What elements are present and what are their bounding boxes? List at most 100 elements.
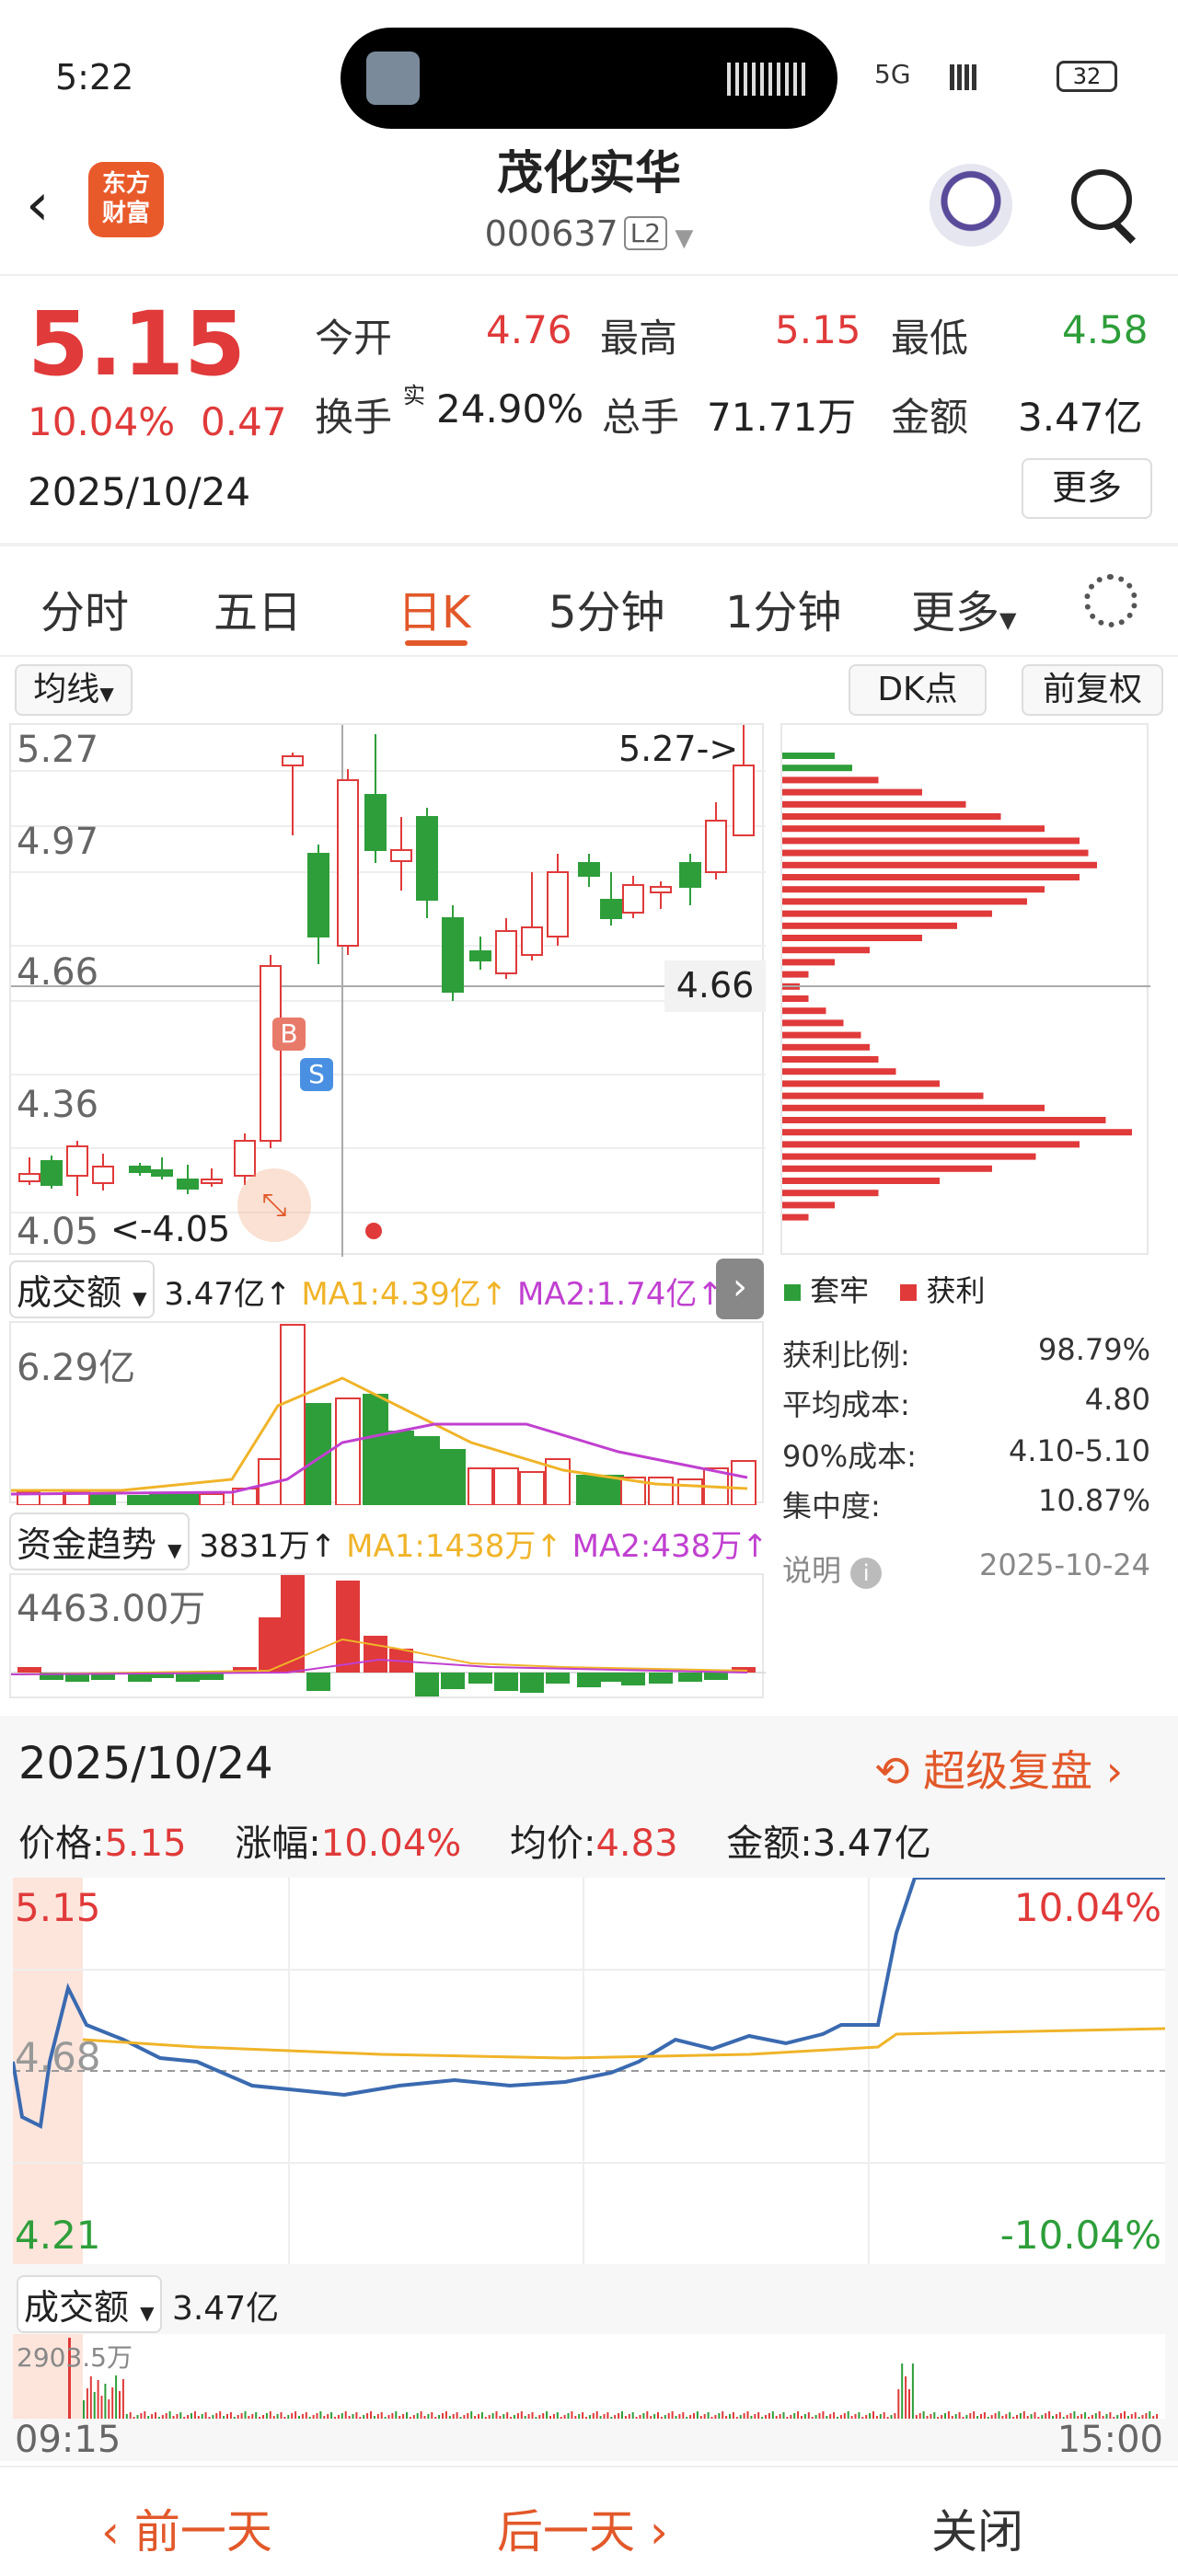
intraday-vol-bar (535, 2417, 537, 2419)
close-button[interactable]: 关闭 (931, 2495, 1023, 2561)
adjust-button[interactable]: 前复权 (1022, 664, 1163, 716)
kline-chart[interactable]: 5.27 4.97 4.66 4.36 4.05 5.27-> <-4.05 4… (9, 723, 766, 1257)
chip-note[interactable]: 说明 i (782, 1553, 883, 1589)
assistant-avatar[interactable] (930, 164, 1012, 247)
expand-right-icon[interactable]: › (716, 1259, 764, 1319)
intraday-vol-bar (291, 2413, 294, 2419)
intraday-vol-bar (391, 2413, 394, 2419)
volume-bar (175, 1491, 201, 1505)
fund-label: 资金趋势 (17, 1524, 157, 1565)
prev-day-button[interactable]: ‹ 前一天 (101, 2495, 272, 2561)
status-time: 5:22 (55, 57, 134, 98)
intraday-vol-bar (197, 2416, 200, 2419)
tab-more[interactable]: 更多▼ (911, 576, 1016, 640)
chevron-down-icon: ▼ (667, 224, 694, 252)
next-day-button[interactable]: 后一天 › (497, 2495, 668, 2561)
more-button[interactable]: 更多 (1022, 458, 1152, 519)
battery-icon: 32 (1057, 61, 1117, 92)
volume-bar (493, 1467, 519, 1505)
chip-bar (782, 1092, 984, 1099)
candle-body (622, 884, 644, 914)
chip-row-value: 4.10-5.10 (1008, 1433, 1150, 1468)
intraday-vol-bar (1109, 2412, 1112, 2419)
fund-bar (546, 1673, 570, 1684)
volume-bar (440, 1449, 466, 1505)
next-day-label: 后一天 (497, 2505, 635, 2559)
intraday-vol-bar (384, 2417, 387, 2419)
chip-bar (782, 1129, 1132, 1136)
tab-fenshi[interactable]: 分时 (40, 576, 129, 640)
volume-indicator-select[interactable]: 成交额 ▼ (9, 1260, 155, 1318)
intraday-vol-bar (941, 2415, 943, 2419)
chip-bar (782, 1202, 835, 1209)
amount-label: 金额 (891, 395, 969, 440)
intraday-vol-max: 2903.5万 (17, 2342, 133, 2373)
intraday-vol-bar (327, 2414, 329, 2419)
intraday-vol-bar (516, 2413, 519, 2419)
intraday-vol-bar (779, 2414, 781, 2419)
legend-profit: 获利 (926, 1273, 986, 1308)
intraday-vol-bar (467, 2413, 469, 2419)
intraday-vol-bar (1012, 2417, 1015, 2419)
dk-point-button[interactable]: DK点 (849, 664, 987, 716)
ma-selector[interactable]: 均线▼ (15, 664, 133, 716)
intraday-vol-bar (276, 2414, 279, 2419)
tab-5min[interactable]: 5分钟 (549, 576, 665, 640)
intraday-vol-bar (212, 2415, 214, 2419)
intraday-vol-bar (287, 2415, 290, 2419)
fund-indicator-select[interactable]: 资金趋势 ▼ (9, 1512, 190, 1570)
amt-value: 3.47亿 (812, 1823, 931, 1865)
intraday-vol-bar (822, 2411, 825, 2419)
intraday-vol-bar (624, 2416, 627, 2419)
intraday-vol-bar (323, 2416, 326, 2419)
intraday-vol-bar (387, 2415, 390, 2419)
candle-body (129, 1166, 151, 1173)
intraday-vol-bar (843, 2413, 846, 2419)
volume-chart[interactable]: 6.29亿 (9, 1321, 764, 1505)
intraday-vol-bar (97, 2380, 99, 2419)
volume-bar (149, 1493, 175, 1505)
intraday-vol-bar (606, 2412, 609, 2419)
intraday-vol-bar (560, 2417, 562, 2419)
intraday-vol-bar (108, 2399, 110, 2419)
intraday-vol-bar (520, 2411, 523, 2419)
signal-dot (365, 1223, 382, 1239)
chevron-left-icon: ‹ (101, 2505, 120, 2559)
fund-chart[interactable]: 4463.00万 (9, 1573, 766, 1698)
ytick-2: 4.66 (17, 951, 99, 994)
intraday-vol-bar (305, 2412, 307, 2419)
intraday-vol-bar (869, 2413, 872, 2419)
intraday-vol-bar (412, 2415, 415, 2419)
intraday-vol-bar (1034, 2412, 1036, 2419)
tab-1min[interactable]: 1分钟 (725, 576, 842, 640)
sell-signal-badge[interactable]: S (300, 1058, 333, 1091)
intraday-vol-bar (976, 2416, 979, 2419)
intraday-vol-bar (165, 2413, 167, 2419)
intraday-vol-bar (240, 2413, 243, 2419)
tab-daily-k[interactable]: 日K (398, 576, 470, 640)
clock-icon: ⟲ (874, 1746, 910, 1796)
ma-selector-label: 均线 (33, 671, 100, 708)
volume-bar (598, 1475, 624, 1505)
intraday-vol-select[interactable]: 成交额 ▼ (17, 2275, 162, 2333)
tab-wuri[interactable]: 五日 (214, 576, 302, 640)
intraday-vol-bar (459, 2417, 462, 2419)
expand-icon[interactable]: ⤡ (237, 1168, 311, 1242)
intraday-vol-bar (771, 2411, 774, 2419)
time-start: 09:15 (15, 2419, 121, 2461)
super-replay-button[interactable]: ⟲ 超级复盘 › (874, 1738, 1123, 1799)
settings-gear-icon[interactable] (1084, 574, 1138, 627)
search-icon[interactable] (1071, 169, 1132, 230)
intraday-chart[interactable]: 5.15 4.68 4.21 10.04% -10.04% (13, 1878, 1165, 2264)
intraday-volume-chart[interactable]: 2903.5万 (13, 2334, 1165, 2419)
legend-profit-swatch (900, 1284, 918, 1301)
intraday-vol-bar (480, 2412, 483, 2419)
pct-value: 10.04% (320, 1823, 462, 1865)
buy-signal-badge[interactable]: B (272, 1018, 306, 1051)
fund-bar (468, 1673, 492, 1684)
intraday-vol-bar (301, 2414, 304, 2419)
chip-bar (782, 776, 879, 784)
intraday-vol-bar (1149, 2411, 1151, 2419)
candle-body (547, 871, 569, 937)
avg-label: 均价: (510, 1823, 596, 1865)
